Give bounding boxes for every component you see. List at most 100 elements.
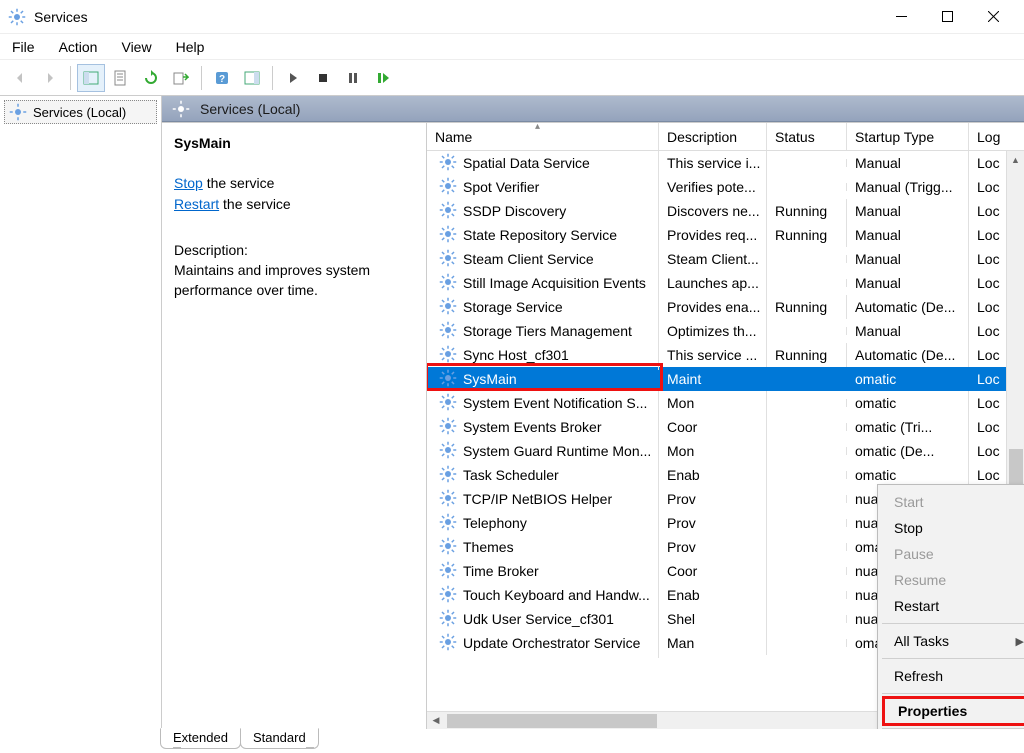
service-row[interactable]: System Guard Runtime Mon...Monomatic (De… (427, 439, 1024, 463)
gear-icon (439, 249, 457, 270)
service-name: State Repository Service (463, 227, 617, 243)
service-log-on-as: Loc (969, 319, 1009, 343)
column-startup-type[interactable]: Startup Type (847, 123, 969, 150)
service-status (767, 615, 847, 623)
export-button[interactable] (167, 64, 195, 92)
service-row[interactable]: Still Image Acquisition EventsLaunches a… (427, 271, 1024, 295)
stop-link[interactable]: Stop (174, 175, 203, 191)
maximize-button[interactable] (924, 2, 970, 32)
service-description: Enab (659, 583, 767, 607)
service-name: System Events Broker (463, 419, 602, 435)
gear-icon (439, 345, 457, 366)
service-startup-type: Manual (847, 319, 969, 343)
cm-stop[interactable]: Stop (880, 515, 1024, 541)
menu-help[interactable]: Help (176, 39, 205, 55)
service-status (767, 375, 847, 383)
restart-service-button[interactable] (369, 64, 397, 92)
service-name: Sync Host_cf301 (463, 347, 569, 363)
properties-button[interactable] (107, 64, 135, 92)
cm-properties[interactable]: Properties (884, 698, 1024, 724)
service-description: Discovers ne... (659, 199, 767, 223)
scroll-thumb[interactable] (447, 714, 657, 728)
cm-all-tasks[interactable]: All Tasks▶ (880, 628, 1024, 654)
service-name: System Event Notification S... (463, 395, 647, 411)
service-name: Update Orchestrator Service (463, 635, 640, 651)
stop-service-button[interactable] (309, 64, 337, 92)
pane-header: Services (Local) (162, 96, 1024, 122)
cm-resume[interactable]: Resume (880, 567, 1024, 593)
service-status (767, 183, 847, 191)
service-description: Steam Client... (659, 247, 767, 271)
cm-refresh[interactable]: Refresh (880, 663, 1024, 689)
show-hide-tree-button[interactable] (77, 64, 105, 92)
service-log-on-as: Loc (969, 367, 1009, 391)
window-title: Services (34, 9, 878, 25)
gear-icon (439, 321, 457, 342)
service-row[interactable]: Spatial Data ServiceThis service i...Man… (427, 151, 1024, 175)
service-description: Prov (659, 511, 767, 535)
tab-extended[interactable]: Extended (160, 728, 241, 749)
refresh-button[interactable] (137, 64, 165, 92)
show-hide-action-pane-button[interactable] (238, 64, 266, 92)
tree-item-label: Services (Local) (33, 105, 126, 120)
column-headers: ▴ Name Description Status Startup Type L… (427, 123, 1024, 151)
service-row[interactable]: SSDP DiscoveryDiscovers ne...RunningManu… (427, 199, 1024, 223)
column-log-on-as[interactable]: Log (969, 123, 1009, 150)
column-name[interactable]: Name (427, 123, 659, 150)
help-button[interactable]: ? (208, 64, 236, 92)
service-log-on-as: Loc (969, 415, 1009, 439)
toolbar: ? (0, 60, 1024, 96)
service-row[interactable]: Storage Tiers ManagementOptimizes th...M… (427, 319, 1024, 343)
service-row[interactable]: SysMainMaintomaticLoc (427, 367, 1024, 391)
menu-action[interactable]: Action (59, 39, 98, 55)
cm-restart[interactable]: Restart (880, 593, 1024, 619)
service-status (767, 159, 847, 167)
service-log-on-as: Loc (969, 343, 1009, 367)
service-row[interactable]: Storage ServiceProvides ena...RunningAut… (427, 295, 1024, 319)
service-status (767, 543, 847, 551)
column-status[interactable]: Status (767, 123, 847, 150)
service-name: Still Image Acquisition Events (463, 275, 646, 291)
service-row[interactable]: System Events BrokerCooromatic (Tri...Lo… (427, 415, 1024, 439)
service-description: Man (659, 631, 767, 655)
service-status (767, 447, 847, 455)
svg-text:?: ? (219, 74, 225, 85)
tree-item-services-local[interactable]: Services (Local) (4, 100, 157, 124)
scroll-up-icon[interactable]: ▲ (1007, 151, 1024, 169)
pause-service-button[interactable] (339, 64, 367, 92)
tab-standard[interactable]: Standard (240, 728, 319, 749)
service-name: TCP/IP NetBIOS Helper (463, 491, 612, 507)
menu-file[interactable]: File (12, 39, 35, 55)
service-startup-type: Manual (847, 199, 969, 223)
service-row[interactable]: Steam Client ServiceSteam Client...Manua… (427, 247, 1024, 271)
scroll-left-icon[interactable]: ◀ (427, 712, 445, 729)
service-row[interactable]: System Event Notification S...MonomaticL… (427, 391, 1024, 415)
restart-link[interactable]: Restart (174, 196, 219, 212)
service-log-on-as: Loc (969, 223, 1009, 247)
menu-view[interactable]: View (121, 39, 151, 55)
service-name: Telephony (463, 515, 527, 531)
gear-icon (439, 585, 457, 606)
start-service-button[interactable] (279, 64, 307, 92)
cm-start[interactable]: Start (880, 489, 1024, 515)
service-description: Mon (659, 439, 767, 463)
gear-icon (439, 465, 457, 486)
minimize-button[interactable] (878, 2, 924, 32)
service-row[interactable]: Spot VerifierVerifies pote...Manual (Tri… (427, 175, 1024, 199)
service-status (767, 279, 847, 287)
gear-icon (439, 273, 457, 294)
service-status (767, 519, 847, 527)
service-description: Verifies pote... (659, 175, 767, 199)
gear-icon (439, 153, 457, 174)
gear-icon (439, 297, 457, 318)
close-button[interactable] (970, 2, 1016, 32)
service-row[interactable]: State Repository ServiceProvides req...R… (427, 223, 1024, 247)
cm-pause[interactable]: Pause (880, 541, 1024, 567)
back-button[interactable] (6, 64, 34, 92)
column-description[interactable]: Description (659, 123, 767, 150)
service-row[interactable]: Sync Host_cf301This service ...RunningAu… (427, 343, 1024, 367)
restart-rest: the service (219, 196, 291, 212)
title-bar: Services (0, 0, 1024, 34)
service-log-on-as: Loc (969, 271, 1009, 295)
forward-button[interactable] (36, 64, 64, 92)
